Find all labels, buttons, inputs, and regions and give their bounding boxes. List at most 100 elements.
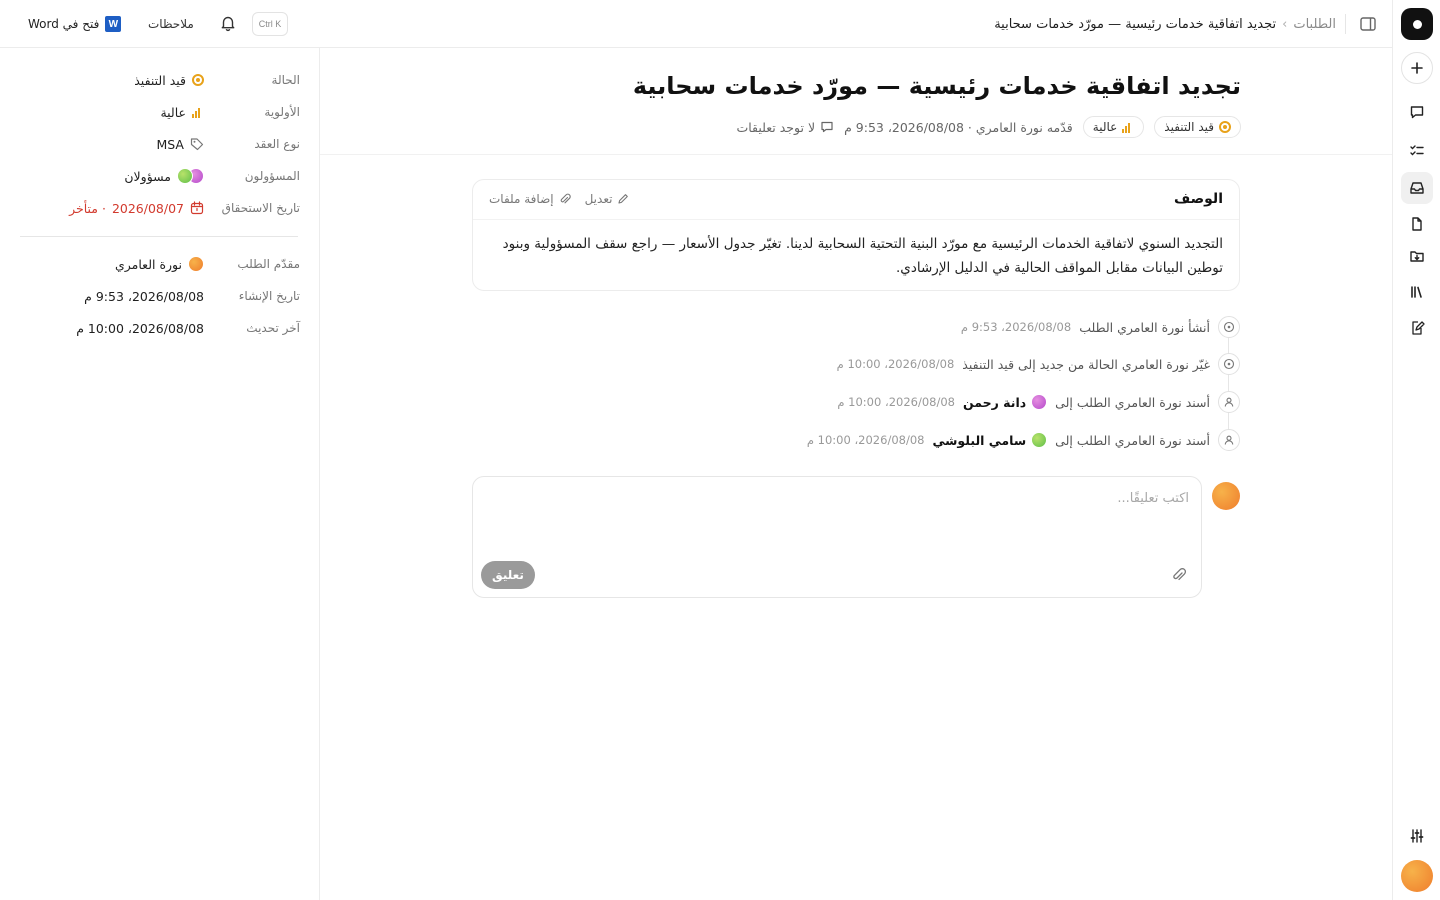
comments-count-label: لا توجد تعليقات [736, 119, 816, 135]
priority-bars-icon [192, 106, 204, 118]
page-title: تجديد اتفاقية خدمات رئيسية — مورّد خدمات… [632, 72, 1241, 100]
property-label: آخر تحديث [246, 321, 300, 335]
add-files-button[interactable]: إضافة ملفات [489, 192, 571, 206]
property-contract-type[interactable]: نوع العقد MSA [20, 134, 300, 154]
breadcrumb: الطلبات › تجديد اتفاقية خدمات رئيسية — م… [994, 0, 1336, 48]
status-value: قيد التنفيذ [134, 72, 186, 88]
assignee-name: دانة رحمن [962, 394, 1027, 410]
avatar [1212, 482, 1240, 510]
tasks-icon[interactable] [1401, 135, 1433, 167]
property-due-date[interactable]: تاريخ الاستحقاق 2026/08/07 · متأخر [20, 198, 300, 218]
search-shortcut-button[interactable]: Ctrl K [252, 12, 288, 36]
property-status[interactable]: الحالة قيد التنفيذ [20, 70, 300, 90]
activity-item: أسند نورة العامري الطلب إلى سامي البلوشي… [472, 428, 1240, 452]
assignee-avatars [177, 168, 204, 184]
property-label: تاريخ الاستحقاق [221, 201, 300, 215]
property-updated: آخر تحديث 2026/08/08، 10:00 م [20, 318, 300, 338]
priority-pill[interactable]: عالية [1082, 116, 1145, 138]
logo-icon[interactable] [1401, 8, 1433, 40]
avatar [188, 256, 204, 272]
edit-button[interactable]: تعديل [585, 192, 630, 206]
property-created: تاريخ الإنشاء 2026/08/08، 9:53 م [20, 286, 300, 306]
description-body: التجديد السنوي لاتفاقية الخدمات الرئيسية… [502, 236, 1223, 276]
avatar [177, 168, 193, 184]
activity-item: أسند نورة العامري الطلب إلى دانة رحمن 20… [472, 390, 1240, 414]
priority-pill-label: عالية [1092, 120, 1118, 134]
activity-text: غيّر نورة العامري الحالة من جديد إلى قيد… [962, 356, 1210, 372]
activity-text: أسند نورة العامري الطلب إلى [1055, 394, 1210, 410]
property-label: مقدّم الطلب [237, 257, 300, 271]
avatar [1031, 394, 1048, 410]
priority-value: عالية [160, 104, 186, 120]
submitted-by: قدّمه نورة العامري · 2026/08/08، 9:53 م [844, 119, 1073, 135]
add-files-label: إضافة ملفات [489, 192, 554, 206]
divider [320, 154, 1392, 155]
request-meta: قيد التنفيذ عالية قدّمه نورة العامري · 2… [736, 116, 1241, 138]
edit-document-icon[interactable] [1401, 312, 1433, 344]
activity-assignee: سامي البلوشي [932, 432, 1048, 448]
activity-assignee: دانة رحمن [962, 394, 1048, 410]
status-in-progress-icon [1219, 121, 1231, 133]
divider [1345, 14, 1346, 34]
chat-icon[interactable] [1401, 96, 1433, 128]
edit-label: تعديل [584, 192, 613, 206]
folder-download-icon[interactable] [1401, 240, 1433, 272]
timeline-line [1228, 328, 1229, 442]
settings-sliders-icon[interactable] [1401, 820, 1433, 852]
divider [20, 236, 298, 237]
notes-button[interactable]: ملاحظات [136, 12, 206, 36]
activity-item: غيّر نورة العامري الحالة من جديد إلى قيد… [472, 352, 1240, 376]
top-bar: الطلبات › تجديد اتفاقية خدمات رئيسية — م… [0, 0, 1392, 48]
properties-panel: الحالة قيد التنفيذ الأولوية عالية نوع ال… [0, 48, 320, 900]
document-icon[interactable] [1401, 208, 1433, 240]
user-avatar[interactable] [1401, 860, 1433, 892]
property-label: نوع العقد [254, 137, 300, 151]
property-assignees[interactable]: المسؤولون مسؤولان [20, 166, 300, 186]
avatar [1031, 432, 1048, 448]
word-icon: W [105, 16, 122, 32]
paperclip-icon [559, 193, 571, 205]
activity-time: 2026/08/08، 10:00 م [837, 395, 955, 409]
tag-icon [190, 137, 204, 151]
overdue-badge: · متأخر [69, 200, 106, 216]
calendar-alert-icon [190, 201, 204, 215]
bell-icon[interactable] [219, 14, 237, 32]
add-icon[interactable] [1401, 52, 1433, 84]
breadcrumb-requests-link[interactable]: الطلبات [1293, 17, 1336, 32]
status-in-progress-icon [192, 74, 204, 86]
requester-value: نورة العامري [115, 256, 182, 272]
user-icon [1218, 429, 1240, 451]
activity-time: 2026/08/08، 9:53 م [960, 320, 1072, 334]
property-priority[interactable]: الأولوية عالية [20, 102, 300, 122]
library-icon[interactable] [1401, 276, 1433, 308]
updated-value: 2026/08/08، 10:00 م [76, 320, 204, 336]
paperclip-icon[interactable] [1171, 567, 1187, 583]
inbox-icon[interactable] [1401, 172, 1433, 204]
activity-time: 2026/08/08، 10:00 م [836, 357, 955, 371]
icon-rail [1392, 0, 1440, 900]
status-circle-icon [1218, 316, 1240, 338]
pencil-icon [617, 193, 629, 205]
activity-text: أسند نورة العامري الطلب إلى [1055, 432, 1210, 448]
activity-text: أنشأ نورة العامري الطلب [1079, 319, 1210, 335]
property-label: الأولوية [264, 105, 300, 119]
comment-box[interactable]: اكتب تعليقًا... تعليق [472, 476, 1202, 598]
user-icon [1218, 391, 1240, 413]
comment-icon [820, 120, 834, 134]
comment-input[interactable]: اكتب تعليقًا... [1117, 491, 1189, 506]
due-date-value: 2026/08/07 [111, 200, 184, 216]
priority-bars-icon [1122, 121, 1134, 133]
breadcrumb-current: تجديد اتفاقية خدمات رئيسية — مورّد خدمات… [994, 16, 1277, 32]
assignee-name: سامي البلوشي [932, 432, 1027, 448]
submit-comment-button[interactable]: تعليق [481, 561, 535, 589]
assignees-value: مسؤولان [124, 168, 171, 184]
status-pill[interactable]: قيد التنفيذ [1154, 116, 1241, 138]
main-content: تجديد اتفاقية خدمات رئيسية — مورّد خدمات… [320, 48, 1392, 900]
property-label: المسؤولون [244, 169, 300, 183]
open-in-word-button[interactable]: W فتح في Word [20, 12, 129, 36]
sidebar-toggle-icon[interactable] [1358, 14, 1378, 34]
property-label: تاريخ الإنشاء [238, 289, 300, 303]
activity-time: 2026/08/08، 10:00 م [806, 433, 925, 447]
activity-item: أنشأ نورة العامري الطلب 2026/08/08، 9:53… [472, 315, 1240, 339]
description-heading: الوصف [1173, 191, 1223, 207]
